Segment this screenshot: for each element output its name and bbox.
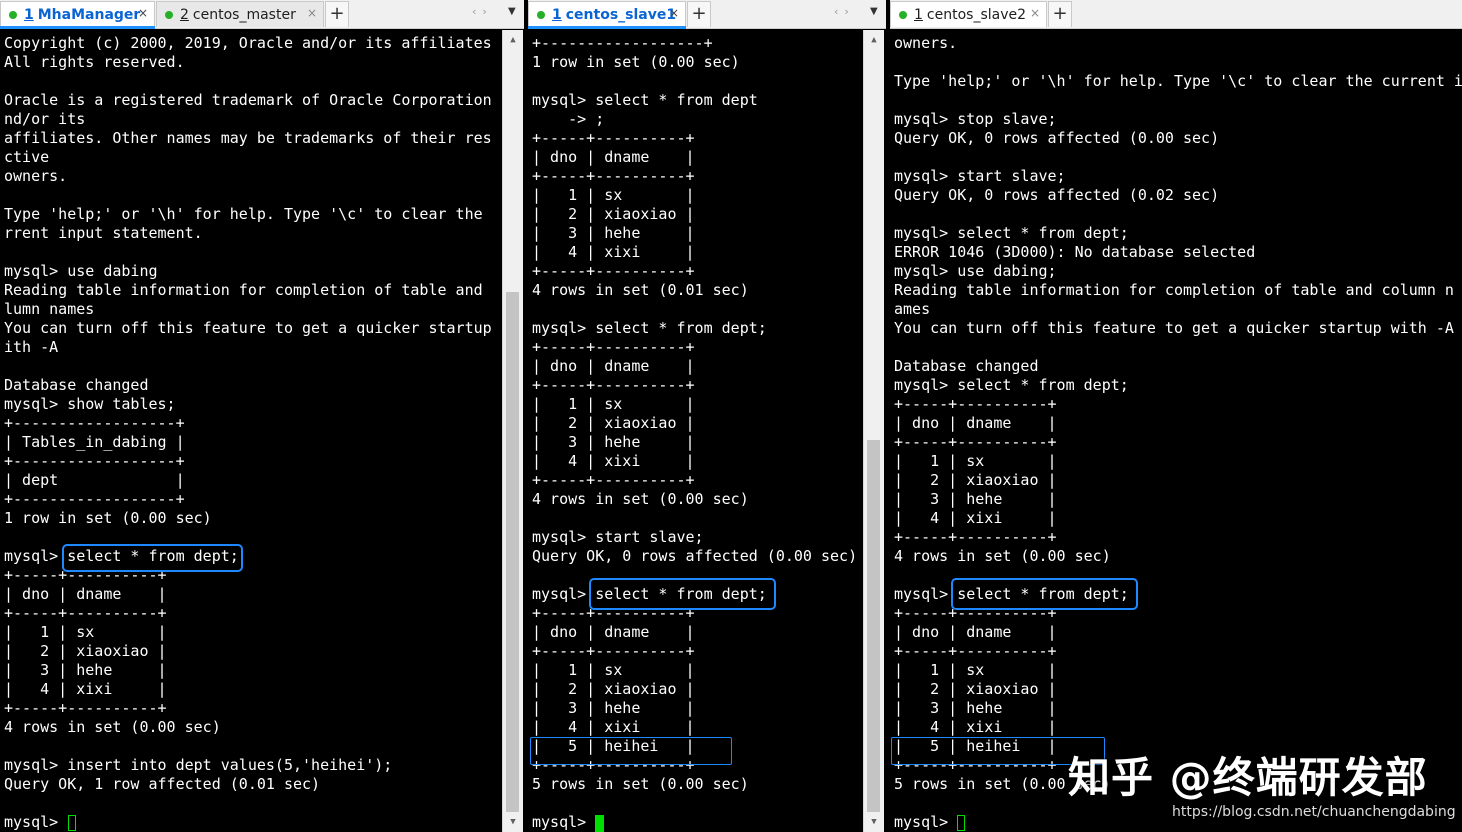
terminal-cursor: [957, 815, 965, 831]
scrollbar-thumb[interactable]: [506, 292, 519, 812]
status-dot-icon: [899, 10, 907, 19]
zhihu-watermark: 知乎 @终端研发部: [1068, 753, 1428, 802]
terminal-pane-centos-slave2: 1 centos_slave2 × + owners. Type 'help;'…: [890, 0, 1462, 832]
tab-number: 1: [552, 6, 562, 23]
tab-scroll-arrows-icon[interactable]: ‹›: [472, 5, 493, 18]
highlight-select-query: [589, 578, 776, 610]
scrollbar-thumb[interactable]: [867, 440, 880, 812]
highlight-new-row: [530, 737, 732, 765]
vertical-scrollbar[interactable]: ▲ ▼: [863, 30, 884, 832]
terminal-cursor: [595, 815, 604, 832]
close-icon[interactable]: ×: [1030, 6, 1040, 20]
scroll-down-icon[interactable]: ▼: [503, 814, 523, 830]
tab-number: 1: [24, 6, 34, 23]
new-tab-button[interactable]: +: [1048, 1, 1072, 27]
tab-number: 1: [914, 6, 923, 23]
scroll-up-icon[interactable]: ▲: [864, 32, 884, 48]
close-icon[interactable]: ×: [138, 6, 148, 20]
status-dot-icon: [9, 10, 17, 19]
tab-centos-master[interactable]: 2 centos_master ×: [156, 1, 324, 27]
terminal-output[interactable]: +------------------+ 1 row in set (0.00 …: [532, 34, 857, 832]
tab-bar: 1 MhaManager × 2 centos_master × + ‹› ▼: [0, 0, 524, 29]
scroll-up-icon[interactable]: ▲: [503, 32, 523, 48]
new-tab-button[interactable]: +: [687, 1, 711, 27]
terminal-output[interactable]: Copyright (c) 2000, 2019, Oracle and/or …: [4, 34, 492, 832]
tab-bar: 1 centos_slave1 × + ‹› ▼: [528, 0, 886, 29]
terminal-cursor: [68, 815, 76, 831]
tab-bar: 1 centos_slave2 × +: [890, 0, 1462, 29]
chevron-down-icon[interactable]: ▼: [870, 6, 878, 17]
terminal-pane-centos-slave1: 1 centos_slave1 × + ‹› ▼ +--------------…: [528, 0, 886, 832]
terminal-output[interactable]: owners. Type 'help;' or '\h' for help. T…: [894, 34, 1462, 832]
tab-centos-slave1[interactable]: 1 centos_slave1 ×: [528, 1, 686, 29]
tab-label: centos_slave1: [565, 6, 677, 23]
tab-centos-slave2[interactable]: 1 centos_slave2 ×: [890, 1, 1047, 27]
chevron-down-icon[interactable]: ▼: [508, 6, 516, 17]
status-dot-icon: [537, 10, 545, 19]
tab-label: MhaManager: [37, 6, 141, 23]
tab-label: centos_master: [192, 6, 296, 23]
status-dot-icon: [165, 10, 173, 19]
terminal-pane-mhamanager: 1 MhaManager × 2 centos_master × + ‹› ▼ …: [0, 0, 524, 832]
tab-label: centos_slave2: [926, 6, 1027, 23]
highlight-select-query: [951, 578, 1138, 610]
scroll-down-icon[interactable]: ▼: [864, 814, 884, 830]
new-tab-button[interactable]: +: [325, 1, 349, 27]
tab-mhamanager[interactable]: 1 MhaManager ×: [0, 1, 155, 29]
tab-number: 2: [180, 6, 189, 23]
source-url-watermark: https://blog.csdn.net/chuanchengdabing: [1172, 804, 1456, 820]
tab-scroll-arrows-icon[interactable]: ‹›: [834, 5, 855, 18]
close-icon[interactable]: ×: [307, 6, 317, 20]
close-icon[interactable]: ×: [669, 6, 679, 20]
highlight-select-query: [62, 544, 243, 572]
vertical-scrollbar[interactable]: ▲ ▼: [502, 30, 523, 832]
